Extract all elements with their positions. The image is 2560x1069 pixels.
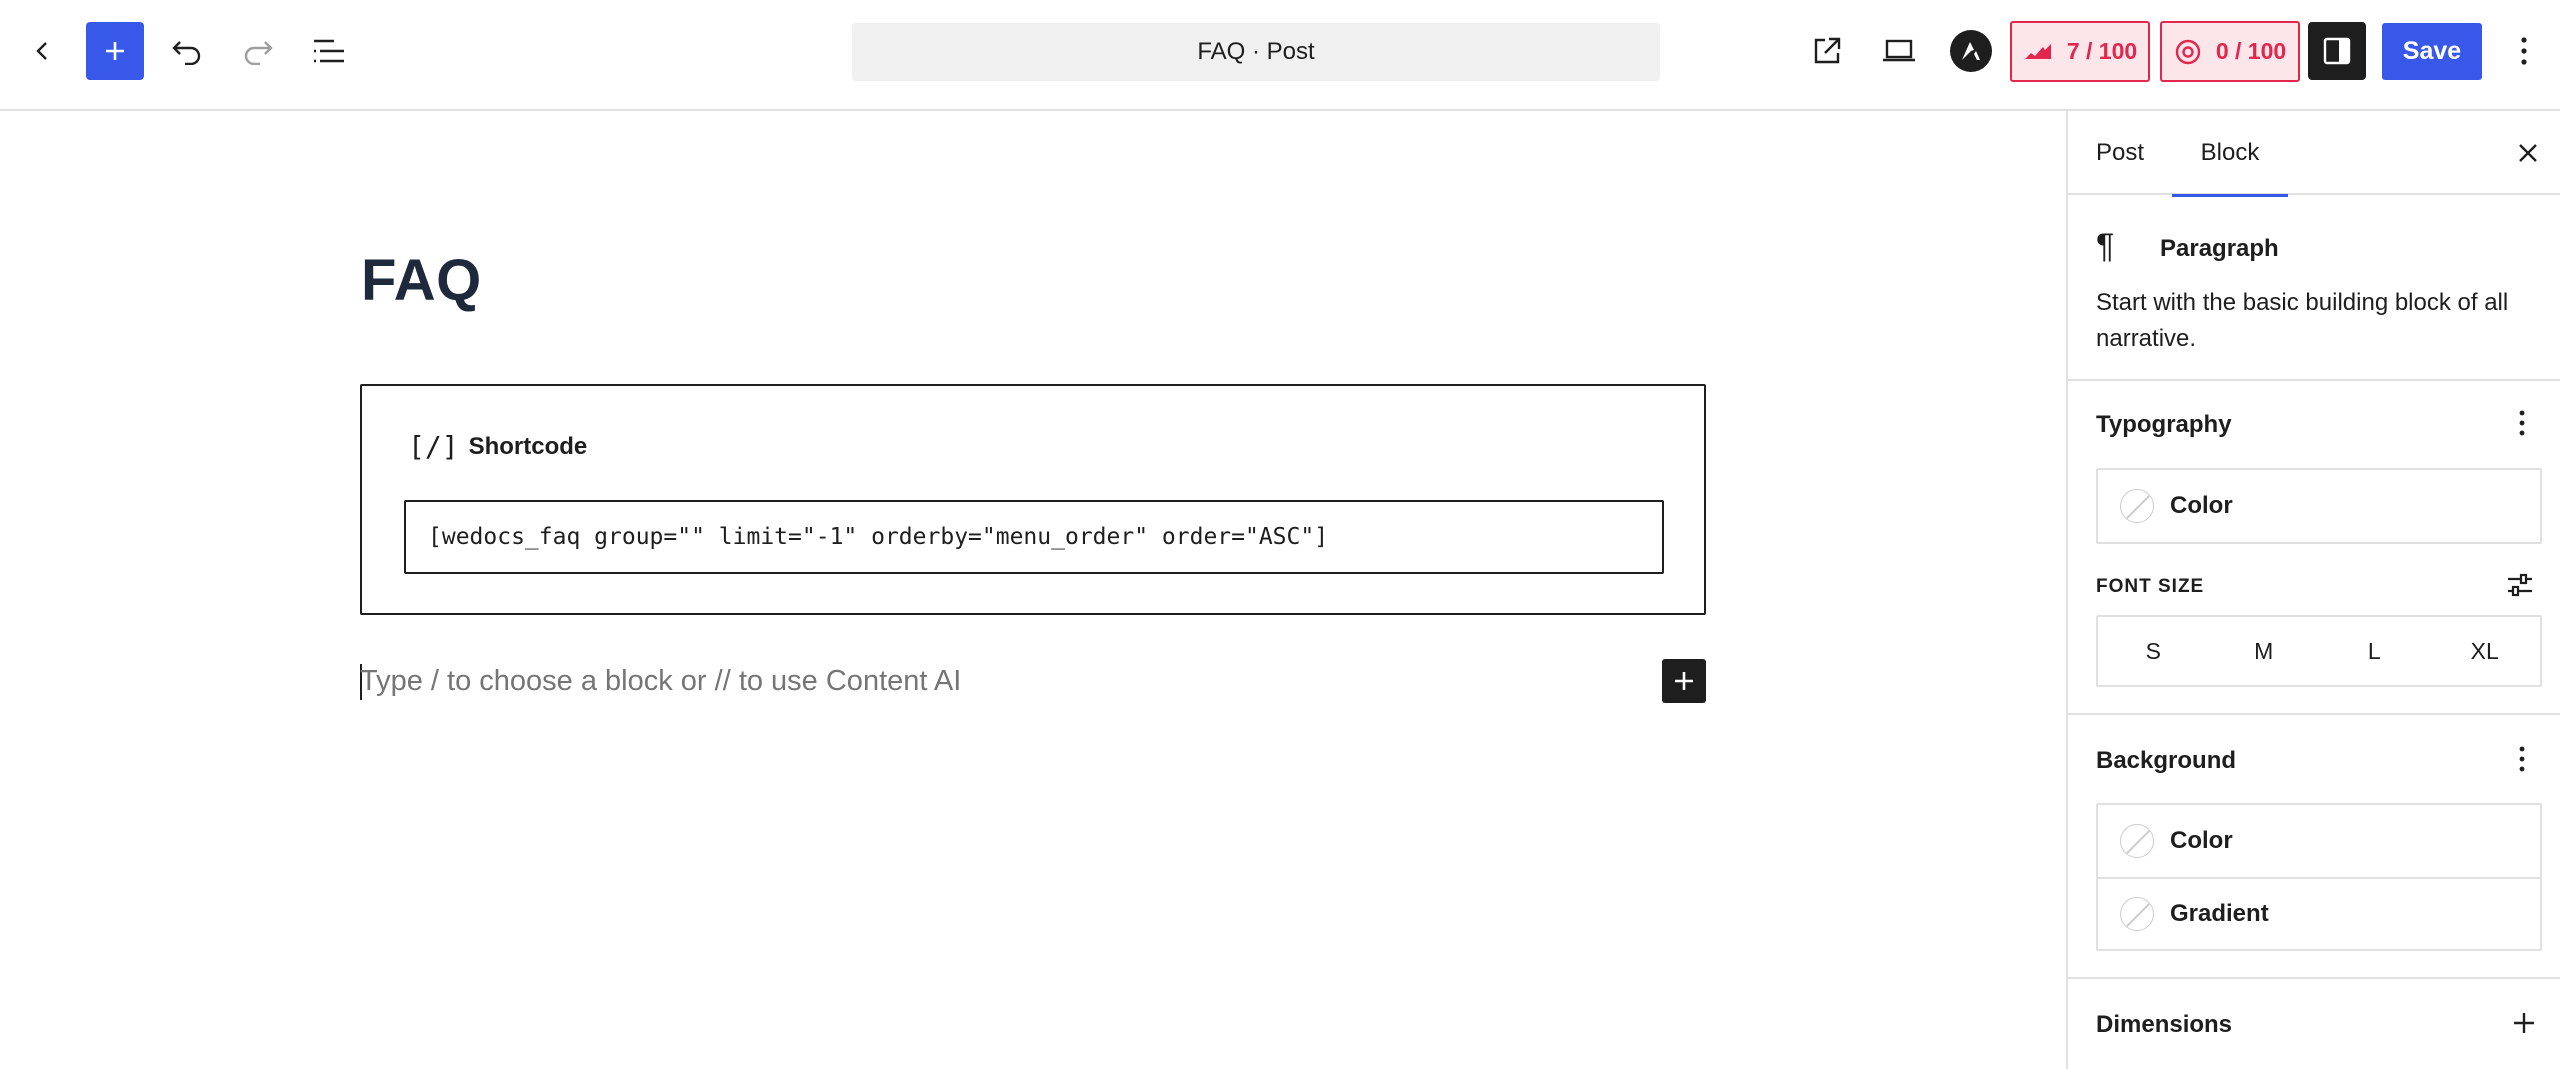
- desktop-preview-icon: [1883, 39, 1915, 62]
- more-vertical-icon: [2519, 410, 2525, 436]
- block-card-title: Paragraph: [2160, 235, 2279, 262]
- font-size-l[interactable]: L: [2319, 638, 2430, 665]
- undo-button[interactable]: [158, 22, 216, 80]
- plus-icon: [106, 42, 124, 60]
- undo-icon: [172, 41, 201, 65]
- editor-canvas: FAQ [/] Shortcode [wedocs_faq group="" l…: [0, 111, 2066, 1069]
- block-card-description: Start with the basic building block of a…: [2096, 289, 2509, 352]
- text-color-option[interactable]: Color: [2098, 470, 2540, 542]
- tab-block[interactable]: Block: [2172, 111, 2288, 197]
- back-button[interactable]: [14, 22, 72, 80]
- preview-button[interactable]: [1870, 22, 1928, 80]
- inline-block-inserter-button[interactable]: [1662, 659, 1706, 703]
- chevron-left-icon: [36, 42, 47, 60]
- save-button[interactable]: Save: [2382, 23, 2482, 80]
- block-card: ¶ Paragraph Start with the basic buildin…: [2068, 197, 2560, 381]
- block-inserter-button[interactable]: [86, 22, 144, 80]
- shortcode-input[interactable]: [wedocs_faq group="" limit="-1" orderby=…: [404, 500, 1664, 574]
- more-vertical-icon: [2519, 746, 2525, 772]
- post-title[interactable]: FAQ: [361, 247, 482, 314]
- empty-paragraph-placeholder[interactable]: Type / to choose a block or // to use Co…: [360, 665, 961, 698]
- font-size-label: FONT SIZE: [2096, 576, 2205, 597]
- seo-score-button[interactable]: 7 / 100: [2010, 21, 2150, 82]
- content-ai-score-button[interactable]: 0 / 100: [2160, 21, 2300, 82]
- paragraph-icon: ¶: [2096, 227, 2115, 265]
- settings-sidebar-toggle[interactable]: [2308, 22, 2366, 80]
- sliders-icon: [2508, 573, 2532, 597]
- shortcode-icon: [/]: [408, 430, 459, 463]
- view-post-button[interactable]: [1798, 22, 1856, 80]
- list-view-icon: [314, 39, 344, 63]
- custom-font-size-button[interactable]: [2500, 565, 2540, 605]
- shortcode-block-header: [/] Shortcode: [408, 430, 587, 463]
- astra-logo-icon: [1950, 30, 1992, 72]
- text-color-label: Color: [2170, 492, 2233, 519]
- rank-math-icon: [2024, 43, 2051, 59]
- font-size-s[interactable]: S: [2098, 638, 2209, 665]
- sidebar-toggle-icon: [2323, 37, 2351, 65]
- shortcode-block-label: Shortcode: [468, 432, 588, 460]
- options-menu-button[interactable]: [2496, 22, 2552, 80]
- seo-score-value: 7 / 100: [2066, 38, 2138, 64]
- redo-icon: [244, 41, 273, 65]
- sidebar-tabs: Post Block: [2068, 111, 2560, 197]
- typography-color-box: Color: [2096, 468, 2542, 544]
- close-sidebar-button[interactable]: [2508, 133, 2548, 173]
- panel-divider: [2068, 977, 2560, 979]
- typography-panel-title: Typography: [2096, 411, 2232, 438]
- content-ai-icon: [2175, 39, 2201, 64]
- background-color-option[interactable]: Color: [2098, 805, 2540, 877]
- font-size-m[interactable]: M: [2209, 638, 2320, 665]
- dimensions-add-button[interactable]: [2504, 1003, 2544, 1043]
- plus-icon: [1675, 672, 1693, 690]
- shortcode-block[interactable]: [/] Shortcode [wedocs_faq group="" limit…: [360, 384, 1706, 615]
- background-gradient-option[interactable]: Gradient: [2098, 877, 2540, 949]
- close-icon: [2519, 144, 2537, 162]
- empty-color-swatch-icon: [2120, 489, 2154, 523]
- background-color-label: Color: [2170, 827, 2233, 854]
- document-title-bar[interactable]: FAQ · Post: [852, 23, 1660, 81]
- background-gradient-label: Gradient: [2170, 900, 2269, 927]
- more-vertical-icon: [2521, 37, 2527, 65]
- content-ai-score-value: 0 / 100: [2215, 38, 2287, 64]
- astra-settings-button[interactable]: [1942, 22, 2000, 80]
- font-size-toggle-group: S M L XL: [2096, 615, 2542, 687]
- redo-button[interactable]: [229, 22, 287, 80]
- empty-color-swatch-icon: [2120, 824, 2154, 858]
- tab-post[interactable]: Post: [2096, 111, 2144, 195]
- background-options-button[interactable]: [2502, 739, 2542, 779]
- editor-top-toolbar: FAQ · Post 7 / 100 0 / 100 Save: [0, 0, 2560, 111]
- empty-gradient-swatch-icon: [2120, 897, 2154, 931]
- dimensions-panel-title: Dimensions: [2096, 1011, 2233, 1038]
- background-panel-title: Background: [2096, 747, 2237, 774]
- document-overview-button[interactable]: [300, 22, 358, 80]
- background-options-box: Color Gradient: [2096, 803, 2542, 951]
- external-link-icon: [1814, 37, 1841, 64]
- settings-sidebar: Post Block ¶ Paragraph Start with the ba…: [2066, 111, 2560, 1069]
- typography-options-button[interactable]: [2502, 403, 2542, 443]
- font-size-xl[interactable]: XL: [2430, 638, 2541, 665]
- plus-icon: [2514, 1013, 2534, 1033]
- panel-divider: [2068, 713, 2560, 715]
